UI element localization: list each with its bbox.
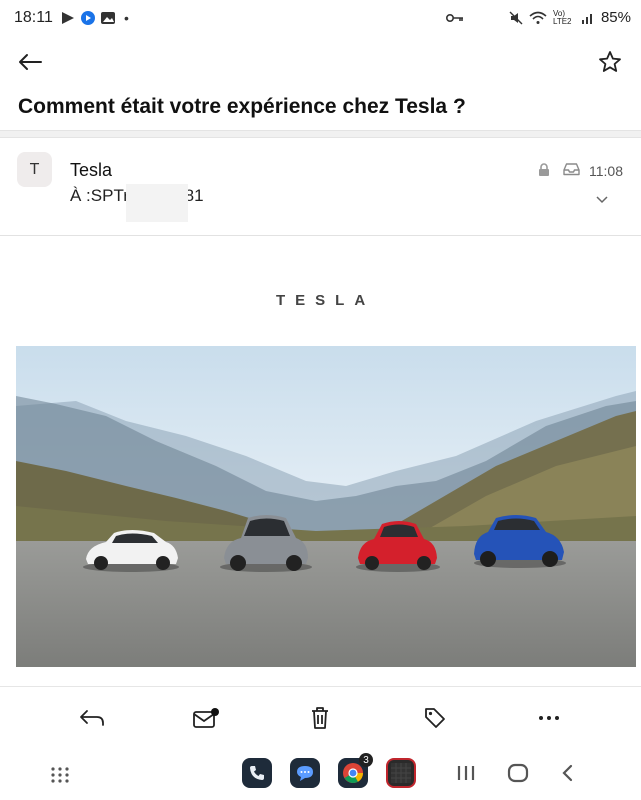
notification-badge: 3 bbox=[359, 753, 373, 767]
reply-button[interactable] bbox=[74, 704, 110, 732]
carbon-pattern-icon bbox=[391, 763, 411, 783]
video-icon bbox=[81, 11, 95, 25]
avatar[interactable]: T bbox=[17, 152, 52, 187]
status-bar: 18:11 • Vo) LTE2 85% bbox=[0, 0, 641, 38]
grid-icon bbox=[51, 767, 69, 783]
notification-icons: • bbox=[60, 10, 129, 26]
messages-app[interactable] bbox=[290, 758, 320, 788]
star-icon bbox=[599, 51, 621, 72]
mark-unread-button[interactable] bbox=[188, 704, 224, 732]
chevron-left-icon bbox=[562, 764, 573, 782]
wifi-icon bbox=[529, 11, 547, 24]
tag-button[interactable] bbox=[417, 704, 453, 732]
key-icon bbox=[446, 14, 463, 22]
sender-name[interactable]: Tesla bbox=[70, 160, 112, 181]
recipient-prefix: À : bbox=[70, 186, 91, 205]
chrome-app[interactable]: 3 bbox=[338, 753, 373, 788]
reply-icon bbox=[80, 710, 104, 726]
system-back-button[interactable] bbox=[560, 764, 574, 787]
navigation-bar bbox=[0, 750, 641, 800]
dot-icon: • bbox=[124, 10, 129, 26]
chat-icon bbox=[297, 766, 313, 781]
status-time: 18:11 bbox=[14, 9, 53, 26]
arrow-left-icon bbox=[19, 54, 42, 70]
status-right: Vo) LTE2 85% bbox=[509, 9, 631, 26]
phone-icon bbox=[250, 766, 264, 780]
email-subject: Comment était votre expérience chez Tesl… bbox=[18, 95, 466, 118]
back-button[interactable] bbox=[14, 48, 46, 76]
mail-time: 11:08 bbox=[589, 163, 623, 179]
divider bbox=[0, 130, 641, 138]
recent-apps-button[interactable] bbox=[456, 764, 476, 787]
expand-details-button[interactable] bbox=[594, 193, 610, 207]
tesla-logo: TESLA bbox=[276, 292, 376, 309]
gallery-icon bbox=[101, 12, 115, 24]
inbox-icon bbox=[563, 163, 580, 176]
trash-icon bbox=[312, 707, 328, 729]
lock-icon bbox=[539, 163, 549, 176]
phone-app[interactable] bbox=[242, 758, 272, 788]
delete-button[interactable] bbox=[302, 704, 338, 732]
hero-illustration bbox=[16, 346, 636, 667]
app-drawer-button[interactable] bbox=[50, 766, 70, 789]
network-label: Vo) LTE2 bbox=[552, 8, 572, 26]
battery-level: 85% bbox=[600, 9, 631, 26]
mail-unread-icon bbox=[193, 708, 219, 728]
recent-apps-icon bbox=[457, 766, 475, 780]
divider bbox=[0, 235, 641, 236]
signal-icon bbox=[581, 13, 592, 24]
more-horizontal-icon bbox=[539, 716, 559, 720]
play-store-icon bbox=[62, 12, 74, 24]
game-app[interactable] bbox=[386, 758, 416, 788]
recipient-mask bbox=[126, 184, 188, 222]
divider bbox=[0, 686, 641, 687]
chevron-down-icon bbox=[596, 196, 608, 204]
home-icon bbox=[507, 763, 529, 783]
hero-image[interactable] bbox=[16, 346, 636, 667]
favorite-button[interactable] bbox=[594, 46, 626, 78]
tag-icon bbox=[425, 708, 445, 728]
home-button[interactable] bbox=[507, 763, 529, 788]
mute-icon bbox=[509, 11, 523, 24]
more-options-button[interactable] bbox=[531, 704, 567, 732]
